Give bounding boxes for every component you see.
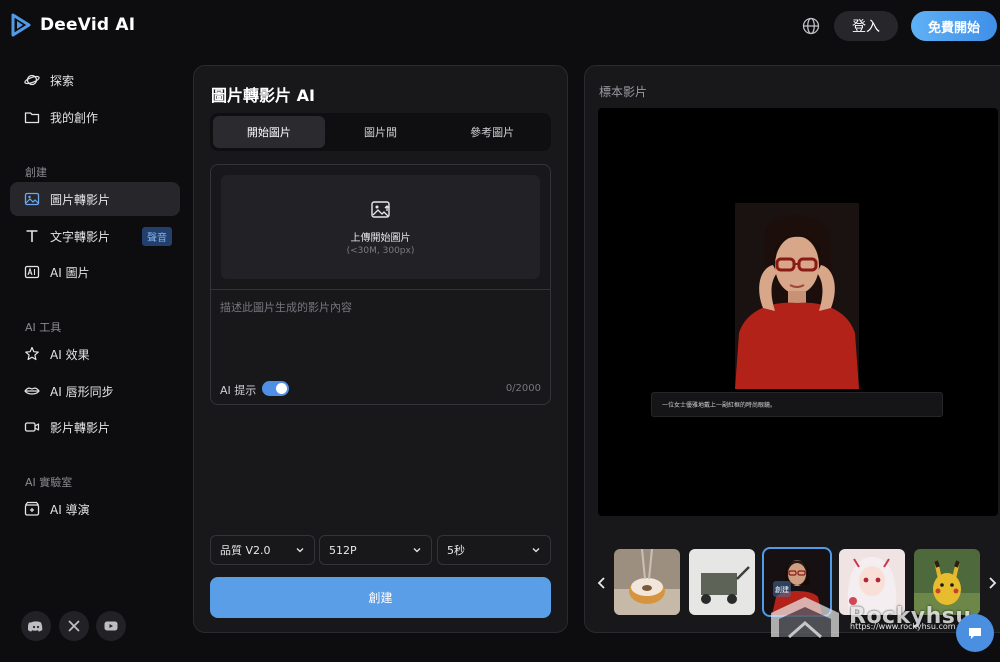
chevron-down-icon [532, 548, 540, 553]
char-counter: 0/2000 [505, 383, 541, 394]
ai-prompt-label: AI 提示 [220, 384, 257, 397]
chevron-down-icon [296, 548, 304, 553]
sample-caption: 一位女士優雅地戴上一副紅框的時尚眼鏡。 [651, 392, 943, 417]
upload-image-icon [370, 200, 390, 218]
thumbnail-donut[interactable] [614, 549, 680, 615]
sidebar-item-label: 圖片轉影片 [50, 192, 111, 207]
sidebar-item-label: AI 效果 [50, 347, 90, 362]
section-ai-lab: AI 實驗室 [25, 476, 73, 489]
chat-support-button[interactable] [956, 614, 994, 652]
planet-icon [24, 74, 40, 86]
login-button[interactable]: 登入 [834, 11, 898, 41]
sample-video-panel: 標本影片 一位女士優雅地戴上一副紅框的時尚眼鏡。 創建 [584, 65, 1000, 633]
section-create: 創建 [25, 166, 47, 179]
x-icon [68, 620, 80, 632]
sidebar-item-ai-director[interactable]: AI 導演 [10, 492, 180, 526]
watermark: Rockyhsu [765, 593, 972, 639]
audio-badge: 聲音 [142, 226, 173, 246]
upload-dropzone[interactable]: 上傳開始圖片 (<30M, 300px) [221, 175, 540, 279]
duration-value: 5秒 [447, 544, 465, 557]
duration-select[interactable]: 5秒 [437, 535, 551, 565]
create-button[interactable]: 創建 [210, 577, 551, 618]
text-icon [26, 230, 38, 242]
chat-icon [969, 628, 981, 639]
sidebar-item-label: 我的創作 [50, 110, 99, 125]
sidebar-item-video-to-video[interactable]: 影片轉影片 [10, 410, 180, 444]
resolution-value: 512P [329, 543, 357, 557]
x-button[interactable] [59, 611, 89, 641]
youtube-icon [104, 621, 118, 631]
divider [211, 289, 550, 290]
sidebar-item-label: AI 導演 [50, 502, 90, 517]
quality-value: 品質 V2.0 [220, 544, 271, 557]
chevron-right-icon[interactable] [986, 576, 998, 590]
deevid-logo-icon [11, 13, 31, 37]
sample-video-frame [735, 203, 859, 389]
upload-hint: (<30M, 300px) [346, 245, 415, 256]
section-ai-tools: AI 工具 [25, 321, 62, 334]
logo-text: DeeVid AI [40, 15, 136, 35]
sidebar-item-label: 文字轉影片 [50, 229, 111, 244]
youtube-button[interactable] [96, 611, 126, 641]
sidebar-item-my-creations[interactable]: 我的創作 [10, 100, 180, 134]
director-icon [24, 501, 40, 516]
tab-start-image[interactable]: 開始圖片 [213, 116, 325, 148]
tab-reference-image[interactable]: 參考圖片 [436, 116, 548, 148]
image-to-video-panel: 圖片轉影片 AI 開始圖片 圖片間 參考圖片 上傳開始圖片 (<30M, 300… [193, 65, 568, 633]
input-box: 上傳開始圖片 (<30M, 300px) 描述此圖片生成的影片內容 AI 提示 … [210, 164, 551, 405]
resolution-select[interactable]: 512P [319, 535, 432, 565]
sidebar-item-label: 影片轉影片 [50, 420, 111, 435]
chevron-down-icon [413, 548, 421, 553]
page-title: 圖片轉影片 AI [211, 86, 315, 105]
sparkle-icon [25, 346, 39, 361]
chevron-left-icon[interactable] [596, 576, 608, 590]
sidebar-item-ai-effects[interactable]: AI 效果 [10, 337, 180, 371]
discord-icon [28, 621, 43, 632]
image-icon [24, 192, 40, 206]
watermark-logo-icon [771, 597, 839, 639]
ai-prompt-toggle[interactable] [262, 381, 289, 396]
sidebar-item-label: AI 唇形同步 [50, 384, 114, 399]
ai-image-icon [24, 265, 40, 279]
tab-between-images[interactable]: 圖片間 [325, 116, 437, 148]
mode-tabs: 開始圖片 圖片間 參考圖片 [210, 113, 551, 151]
thumbnail-wagon[interactable] [689, 549, 755, 615]
video-icon [24, 422, 40, 432]
globe-icon[interactable] [801, 16, 821, 36]
sample-title: 標本影片 [599, 85, 648, 99]
watermark-url: https://www.rockyhsu.com [850, 622, 956, 631]
prompt-textarea[interactable]: 描述此圖片生成的影片內容 [220, 299, 352, 315]
sidebar-item-image-to-video[interactable]: 圖片轉影片 [10, 182, 180, 216]
logo[interactable]: DeeVid AI [10, 12, 135, 38]
quality-select[interactable]: 品質 V2.0 [210, 535, 315, 565]
sidebar-item-lip-sync[interactable]: AI 唇形同步 [10, 374, 180, 408]
sample-video-player[interactable]: 一位女士優雅地戴上一副紅框的時尚眼鏡。 [598, 108, 998, 516]
sidebar-item-label: AI 圖片 [50, 265, 90, 280]
start-free-button[interactable]: 免費開始 [911, 11, 997, 41]
sidebar-item-label: 探索 [50, 73, 75, 88]
sidebar-item-ai-image[interactable]: AI 圖片 [10, 255, 180, 289]
folder-icon [24, 112, 40, 124]
discord-button[interactable] [21, 611, 51, 641]
lips-icon [24, 387, 40, 395]
upload-label: 上傳開始圖片 [350, 232, 411, 244]
sidebar-item-text-to-video[interactable]: 文字轉影片 聲音 [10, 219, 180, 253]
sidebar-item-explore[interactable]: 探索 [10, 63, 180, 97]
